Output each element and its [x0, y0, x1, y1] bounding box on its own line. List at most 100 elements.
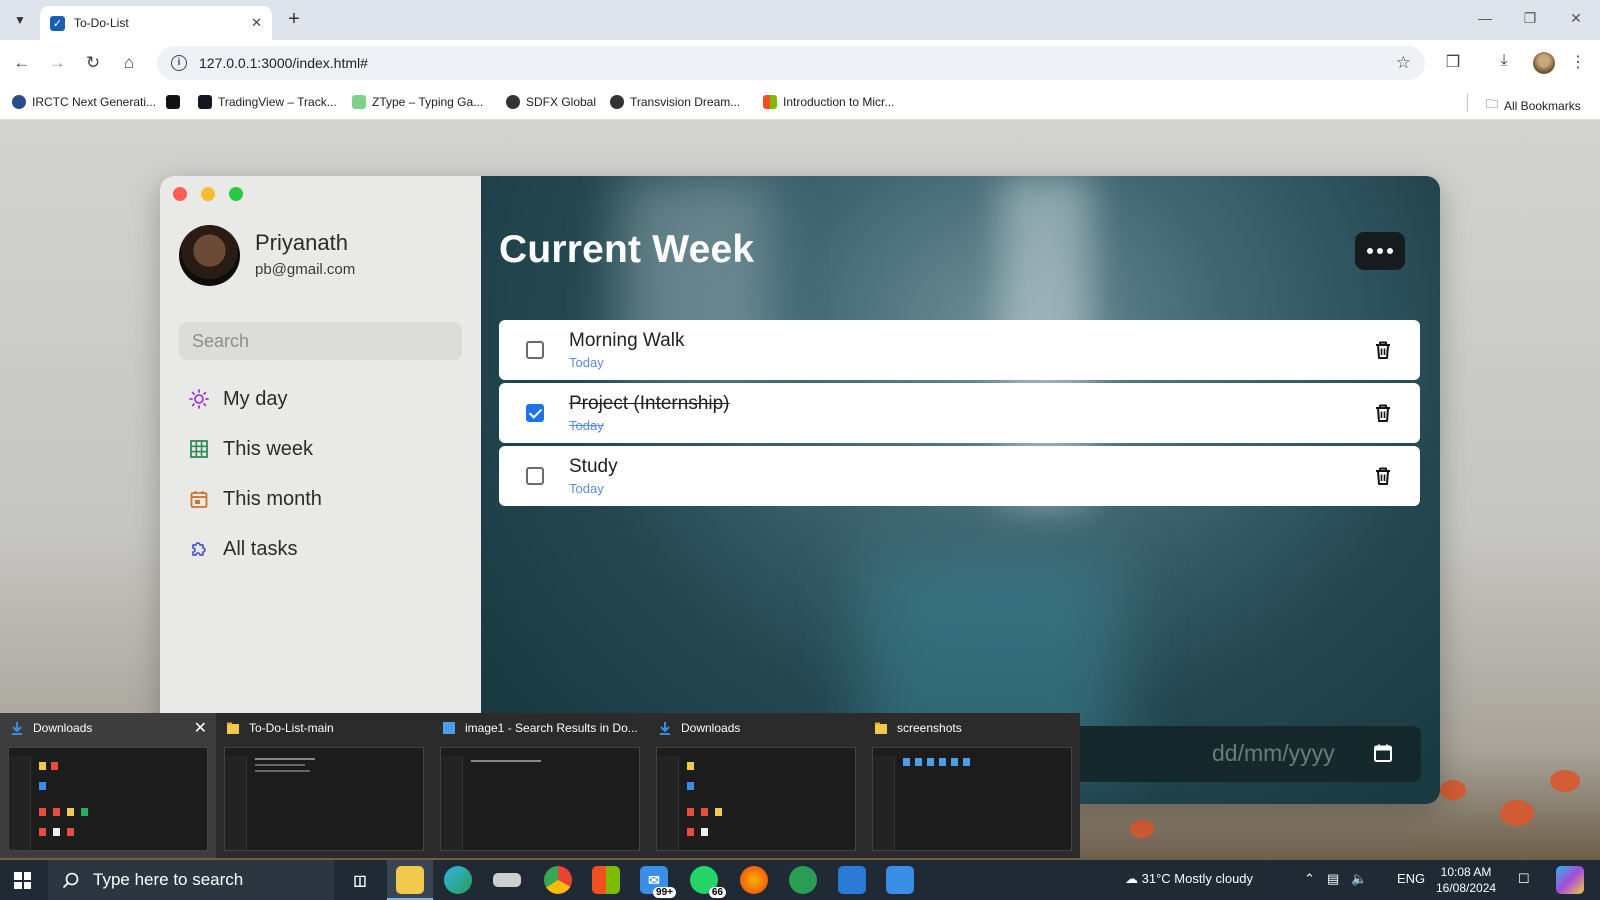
vscode-icon[interactable] — [838, 866, 866, 894]
notifications-icon[interactable]: ☐ — [1518, 871, 1530, 887]
calendar-month-icon — [188, 488, 210, 510]
address-url[interactable]: 127.0.0.1:3000/index.html# — [199, 55, 368, 71]
maximize-window-dot[interactable] — [229, 187, 243, 201]
mail-badge: 99+ — [653, 887, 676, 898]
todo-app-window: Priyanath pb@gmail.com My day This week … — [160, 176, 1440, 804]
firefox-icon[interactable] — [740, 866, 768, 894]
task-due: Today — [569, 481, 604, 496]
tab-title: To-Do-List — [74, 16, 129, 30]
bookmark-irctc[interactable]: IRCTC Next Generati... — [12, 95, 156, 109]
calendar-icon[interactable] — [1373, 743, 1393, 763]
minimize-window-dot[interactable] — [201, 187, 215, 201]
download-icon — [12, 722, 22, 735]
clock-time: 10:08 AM — [1440, 865, 1492, 879]
clock-date: 16/08/2024 — [1436, 881, 1497, 895]
home-icon[interactable]: ⌂ — [118, 52, 140, 74]
photos-icon[interactable] — [886, 866, 914, 894]
tray-overflow-chevron-icon[interactable]: ⌃ — [1304, 871, 1315, 887]
preview-thumbnail — [440, 747, 640, 851]
all-bookmarks-label: All Bookmarks — [1504, 98, 1581, 113]
taskbar-search[interactable]: Type here to search — [48, 860, 334, 900]
whatsapp-icon[interactable]: 66 — [690, 866, 726, 898]
trash-icon[interactable] — [1372, 465, 1394, 487]
preview-close-icon[interactable]: ✕ — [194, 718, 207, 738]
sun-icon — [188, 388, 210, 410]
whatsapp-badge: 66 — [708, 887, 726, 898]
tab-close-icon[interactable]: ✕ — [251, 15, 262, 31]
bookmark-star-icon[interactable]: ☆ — [1396, 53, 1411, 73]
bookmark-label: ZType – Typing Ga... — [372, 95, 484, 109]
minimize-icon[interactable]: — — [1470, 10, 1500, 26]
bookmark-sdfx[interactable]: SDFX Global — [506, 95, 596, 109]
nav-item-this-month[interactable]: This month — [188, 482, 322, 516]
preview-window[interactable]: Downloads ✕ — [0, 713, 216, 858]
mail-icon[interactable]: ✉ 99+ — [640, 866, 676, 898]
bookmark-transvision[interactable]: Transvision Dream... — [610, 95, 740, 109]
bookmark-ztype[interactable]: ZType – Typing Ga... — [352, 95, 483, 109]
bookmarks-divider — [1467, 94, 1468, 112]
restore-icon[interactable]: ❐ — [1515, 10, 1545, 27]
nav-item-my-day[interactable]: My day — [188, 382, 287, 416]
tab-search-dropdown-icon[interactable]: ▼ — [8, 8, 32, 32]
all-bookmarks-button[interactable]: 🗀 All Bookmarks — [1486, 95, 1581, 116]
task-view-icon[interactable]: ◫ — [346, 866, 374, 894]
task-item: Morning Walk Today — [499, 320, 1420, 380]
site-info-icon[interactable]: i — [171, 55, 187, 71]
network-icon[interactable]: ▤ — [1327, 871, 1339, 887]
back-icon[interactable]: ← — [11, 52, 33, 74]
extensions-icon[interactable]: ❒ — [1441, 52, 1465, 72]
close-window-dot[interactable] — [173, 187, 187, 201]
date-input[interactable]: dd/mm/yyyy — [1061, 726, 1421, 782]
trash-icon[interactable] — [1372, 339, 1394, 361]
address-bar[interactable]: i 127.0.0.1:3000/index.html# ☆ — [157, 46, 1425, 80]
nav-item-all-tasks[interactable]: All tasks — [188, 532, 297, 566]
date-placeholder: dd/mm/yyyy — [1212, 740, 1335, 766]
new-tab-button[interactable]: + — [283, 9, 305, 31]
preview-thumbnail — [872, 747, 1072, 851]
forward-icon[interactable]: → — [46, 52, 68, 74]
browser-tab[interactable]: ✓ To-Do-List ✕ — [40, 6, 272, 40]
background-flower — [1130, 820, 1154, 838]
copilot-icon[interactable] — [1556, 866, 1584, 894]
task-checkbox[interactable] — [526, 467, 544, 485]
search-input[interactable] — [179, 322, 462, 360]
preview-window[interactable]: Downloads — [648, 713, 864, 858]
nav-item-this-week[interactable]: This week — [188, 432, 313, 466]
task-checkbox[interactable] — [526, 341, 544, 359]
preview-window[interactable]: To-Do-List-main — [216, 713, 432, 858]
puzzle-icon — [188, 538, 210, 560]
volume-icon[interactable]: 🔈 — [1351, 871, 1367, 887]
trash-icon[interactable] — [1372, 402, 1394, 424]
download-icon[interactable]: ⤓ — [1492, 52, 1516, 70]
file-explorer-icon[interactable] — [396, 866, 424, 894]
bookmark-d[interactable] — [166, 95, 186, 109]
windows-start-icon[interactable] — [14, 872, 31, 889]
reload-icon[interactable]: ↻ — [82, 52, 104, 74]
preview-window[interactable]: image1 - Search Results in Do... — [432, 713, 648, 858]
sidebar: Priyanath pb@gmail.com My day This week … — [160, 176, 481, 804]
window-close-icon[interactable]: ✕ — [1561, 10, 1591, 27]
chrome-icon[interactable] — [544, 866, 572, 894]
taskbar-clock[interactable]: 10:08 AM 16/08/2024 — [1436, 864, 1496, 896]
task-due: Today — [569, 355, 604, 370]
preview-title: screenshots — [897, 721, 962, 735]
edge-icon[interactable] — [444, 866, 472, 894]
page-title: Current Week — [499, 228, 755, 271]
store-icon[interactable] — [592, 866, 620, 894]
bookmarks-bar: IRCTC Next Generati... TradingView – Tra… — [0, 86, 1600, 120]
task-checkbox-checked[interactable] — [526, 404, 544, 422]
drive-icon[interactable] — [493, 873, 521, 887]
taskbar-thumbnail-previews: Downloads ✕ To-Do-List-main image1 - Sea… — [0, 713, 1080, 858]
weather-widget[interactable]: ☁ 31°C Mostly cloudy — [1125, 871, 1253, 887]
bookmark-label: Introduction to Micr... — [783, 95, 895, 109]
menu-kebab-icon[interactable]: ⋮ — [1566, 52, 1590, 72]
language-indicator[interactable]: ENG — [1397, 871, 1425, 886]
background-flower — [1440, 780, 1466, 800]
preview-window[interactable]: screenshots — [864, 713, 1080, 858]
mongodb-compass-icon[interactable] — [789, 866, 817, 894]
more-options-button[interactable] — [1355, 232, 1405, 270]
profile-avatar[interactable] — [1533, 52, 1555, 74]
preview-title: To-Do-List-main — [249, 721, 334, 735]
bookmark-microsoft[interactable]: Introduction to Micr... — [763, 95, 894, 109]
bookmark-tradingview[interactable]: TradingView – Track... — [198, 95, 337, 109]
